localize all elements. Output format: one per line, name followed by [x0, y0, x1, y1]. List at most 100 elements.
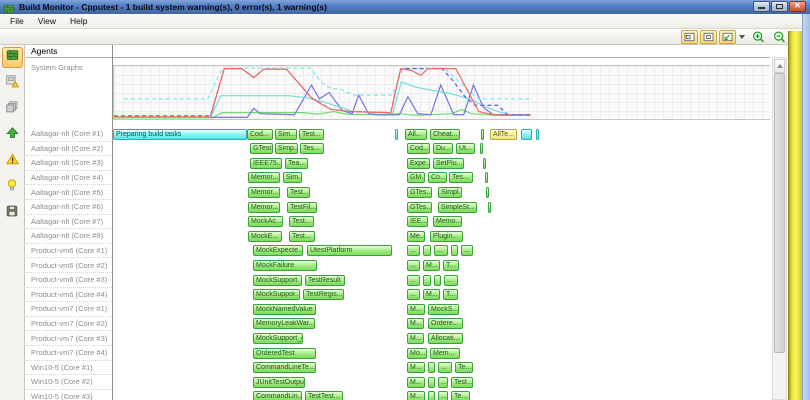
task-box[interactable]: MockNamedValue — [253, 304, 316, 315]
menu-item-help[interactable]: Help — [63, 16, 94, 26]
agent-row[interactable]: Product-vm6 (Core #3)MockSupportTestResu… — [26, 273, 770, 288]
task-sliver[interactable] — [486, 187, 489, 198]
task-box[interactable]: TestRegis... — [303, 289, 344, 300]
task-box[interactable]: ... — [434, 245, 448, 256]
minimize-button[interactable] — [753, 1, 770, 12]
task-sliver[interactable] — [395, 129, 398, 140]
task-box[interactable] — [521, 129, 532, 140]
task-box[interactable]: TestTest... — [305, 391, 343, 400]
task-box[interactable]: Memor... — [248, 187, 280, 198]
task-sliver[interactable] — [481, 129, 484, 140]
agent-row[interactable]: Win10-5 (Core #2)JUnitTestOutputM......T… — [26, 375, 770, 390]
task-box[interactable]: ... — [407, 260, 420, 271]
agent-row[interactable]: Product-vm7 (Core #1)MockNamedValueM...M… — [26, 302, 770, 317]
task-box[interactable] — [423, 275, 431, 286]
agent-row[interactable]: Aaltagar-nlt (Core #5)Memor...Test...GTe… — [26, 185, 770, 200]
task-box[interactable]: MockSupport — [253, 275, 302, 286]
agent-row[interactable]: Aaltagar-nlt (Core #3)IEEE75...Tea...Exp… — [26, 156, 770, 171]
task-box[interactable]: Simp... — [275, 143, 298, 154]
task-box[interactable]: All... — [405, 129, 427, 140]
task-box[interactable]: Tea... — [285, 158, 308, 169]
task-box[interactable]: SimpleSt... — [438, 202, 477, 213]
vertical-scrollbar[interactable] — [772, 57, 787, 400]
task-box[interactable]: ... — [407, 275, 420, 286]
task-box[interactable]: Test... — [299, 129, 324, 140]
task-box[interactable]: MemoryLeakWar... — [253, 318, 315, 329]
task-box[interactable]: Te... — [451, 391, 470, 400]
task-box[interactable]: Co... — [428, 172, 447, 183]
task-box[interactable]: ... — [438, 391, 448, 400]
task-box[interactable]: Sim... — [275, 129, 297, 140]
rail-button-copy-stack[interactable] — [2, 99, 23, 120]
task-box[interactable]: Mo... — [407, 348, 427, 359]
title-bar[interactable]: Build Monitor - Cpputest - 1 build syste… — [0, 0, 810, 15]
task-box[interactable]: T... — [443, 289, 458, 300]
agent-row[interactable]: Aaltagar-nlt (Core #1)Preparing build ta… — [26, 127, 770, 142]
task-sliver[interactable] — [483, 158, 486, 169]
task-box[interactable]: Plugin... — [430, 231, 463, 242]
task-box[interactable] — [428, 391, 435, 400]
system-graphs-row[interactable]: System Graphs — [26, 58, 770, 127]
task-box[interactable]: MockE... — [248, 231, 282, 242]
task-box[interactable]: Memor... — [248, 202, 280, 213]
task-box[interactable]: GTes... — [407, 202, 432, 213]
agent-row[interactable]: Aaltagar-nlt (Core #7)MockAc...Test...IE… — [26, 215, 770, 230]
task-box[interactable] — [434, 275, 441, 286]
task-box[interactable]: Simpl... — [438, 187, 462, 198]
task-box[interactable]: Du... — [433, 143, 453, 154]
task-box[interactable]: Cod... — [247, 129, 273, 140]
window-layout-restore-button[interactable] — [719, 30, 736, 44]
task-box[interactable]: UtestPlatform — [307, 245, 392, 256]
agent-row[interactable]: Win10-5 (Core #1)CommandLineTe...M......… — [26, 361, 770, 376]
task-box[interactable] — [423, 245, 431, 256]
task-box[interactable]: MockExpecte... — [253, 245, 303, 256]
task-box[interactable] — [428, 377, 435, 388]
window-layout-left-button[interactable] — [681, 30, 698, 44]
task-box[interactable]: M... — [407, 377, 425, 388]
task-box[interactable]: Cod... — [407, 143, 430, 154]
task-box[interactable]: Memor... — [248, 172, 280, 183]
task-sliver[interactable] — [488, 202, 491, 213]
scroll-up-button[interactable] — [774, 59, 785, 73]
task-box[interactable]: Mem... — [430, 348, 460, 359]
menu-item-view[interactable]: View — [31, 16, 63, 26]
task-box[interactable] — [451, 245, 458, 256]
task-box[interactable]: Test... — [451, 377, 473, 388]
agent-row[interactable]: Product-vm6 (Core #4)MockSuppor...TestRe… — [26, 288, 770, 303]
task-box[interactable]: Ordere... — [428, 318, 463, 329]
task-box[interactable]: MockAc... — [248, 216, 283, 227]
task-box[interactable]: SetPlu... — [433, 158, 464, 169]
rail-button-save[interactable] — [2, 203, 23, 224]
agent-row[interactable]: Aaltagar-nlt (Core #6)Memor...TestFil...… — [26, 200, 770, 215]
agent-row[interactable]: Product-vm7 (Core #4)OrderedTestMo...Mem… — [26, 346, 770, 361]
layout-dropdown-caret[interactable] — [738, 30, 746, 44]
task-box[interactable]: ... — [407, 289, 420, 300]
task-box[interactable]: Test... — [287, 187, 310, 198]
task-box[interactable]: TestResult — [305, 275, 345, 286]
task-box[interactable]: Tes... — [300, 143, 324, 154]
task-box[interactable]: ... — [444, 275, 458, 286]
task-box[interactable]: CommandLin... — [253, 391, 302, 400]
agent-row[interactable]: Product-vm6 (Core #1)MockExpecte...Utest… — [26, 244, 770, 259]
task-box[interactable]: MockSuppor... — [253, 289, 300, 300]
task-box[interactable]: Cheat... — [430, 129, 460, 140]
task-box[interactable]: M... — [423, 289, 440, 300]
task-box[interactable]: Me... — [407, 231, 425, 242]
task-box[interactable]: T... — [443, 260, 459, 271]
task-box[interactable]: Allocati... — [428, 333, 463, 344]
task-box[interactable]: Ut... — [456, 143, 475, 154]
zoom-out-button[interactable] — [771, 29, 788, 44]
task-sliver[interactable] — [480, 143, 483, 154]
task-box[interactable]: GM... — [407, 172, 425, 183]
agent-row[interactable]: Product-vm7 (Core #3)MockSupport_cM...Al… — [26, 331, 770, 346]
task-box[interactable]: IEE... — [407, 216, 428, 227]
task-box[interactable]: ... — [438, 362, 452, 373]
rail-button-warnings[interactable] — [2, 151, 23, 172]
task-box[interactable]: M... — [407, 391, 425, 400]
agent-row[interactable]: Aaltagar-nlt (Core #8)MockE...Test...Me.… — [26, 229, 770, 244]
task-box[interactable]: JUnitTestOutput — [253, 377, 305, 388]
agent-row[interactable]: Product-vm7 (Core #2)MemoryLeakWar...M..… — [26, 317, 770, 332]
task-box[interactable]: Test... — [289, 216, 314, 227]
task-box[interactable]: Preparing build tasks — [113, 129, 247, 140]
agent-row[interactable]: Aaltagar-nlt (Core #2)GTestSimp...Tes...… — [26, 142, 770, 157]
